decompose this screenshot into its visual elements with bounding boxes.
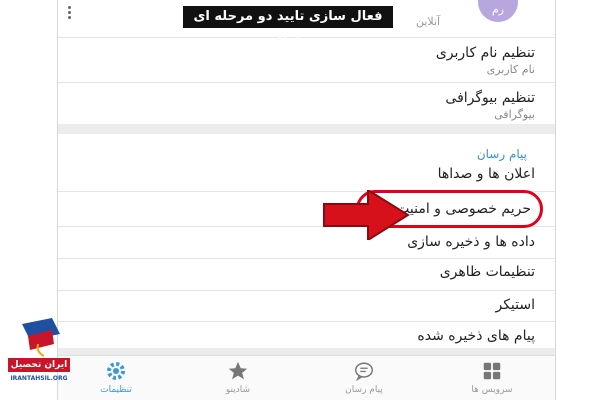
divider (58, 258, 555, 259)
title-banner: فعال سازی تایید دو مرحله ای شاد (183, 6, 393, 46)
avatar[interactable]: رم (478, 0, 518, 22)
saved-messages-item[interactable]: پیام های ذخیره شده (417, 328, 535, 344)
tab-services[interactable]: سرویس ها (442, 360, 542, 395)
gear-icon (107, 362, 125, 380)
pointer-arrow-icon (323, 190, 410, 240)
section-gap (58, 124, 555, 134)
tab-label: شادینو (225, 385, 251, 395)
tab-messenger[interactable]: پیام رسان (314, 360, 414, 395)
site-logo: ایران تحصیل IRANTAHSIL.ORG (8, 318, 70, 388)
chat-bubble-icon (355, 362, 373, 382)
screenshot: رم آنلاین تنظیم نام کاربری نام کاربری تن… (0, 0, 600, 400)
data-storage-item[interactable]: داده ها و ذخیره سازی (407, 234, 535, 250)
set-username-item[interactable]: تنظیم نام کاربری نام کاربری (436, 45, 535, 76)
divider (58, 82, 555, 83)
item-sublabel: نام کاربری (486, 63, 535, 76)
divider (58, 321, 555, 322)
logo-name: ایران تحصیل (8, 358, 70, 372)
tab-shadino[interactable]: شادینو (188, 360, 288, 395)
grid-icon (483, 362, 501, 380)
divider (58, 290, 555, 291)
tab-label: سرویس ها (471, 385, 513, 395)
divider (58, 37, 555, 38)
logo-url: IRANTAHSIL.ORG (10, 375, 68, 382)
star-icon (228, 361, 248, 380)
graduation-cap-logo-icon (22, 318, 60, 357)
appearance-settings-item[interactable]: تنظیمات ظاهری (440, 264, 535, 280)
item-label: تنظیم نام کاربری (435, 45, 535, 61)
tab-label: پیام رسان (345, 385, 383, 395)
item-sublabel: بیوگرافی (494, 108, 535, 121)
online-status: آنلاین (416, 15, 441, 28)
bottom-navigation: تنظیمات شادینو پیام رسان سرویس ها (58, 355, 555, 400)
section-title: پیام رسان (476, 147, 527, 161)
notifications-sounds-item[interactable]: اعلان ها و صداها (438, 166, 535, 182)
tab-settings[interactable]: تنظیمات (66, 360, 166, 395)
item-label: تنظیم بیوگرافی (445, 90, 535, 106)
set-bio-item[interactable]: تنظیم بیوگرافی بیوگرافی (445, 90, 535, 121)
tab-label: تنظیمات (100, 385, 132, 395)
app-screen: رم آنلاین تنظیم نام کاربری نام کاربری تن… (57, 0, 556, 400)
section-gap (58, 348, 555, 355)
sticker-item[interactable]: استیکر (495, 297, 535, 313)
more-options-icon[interactable] (68, 4, 74, 22)
